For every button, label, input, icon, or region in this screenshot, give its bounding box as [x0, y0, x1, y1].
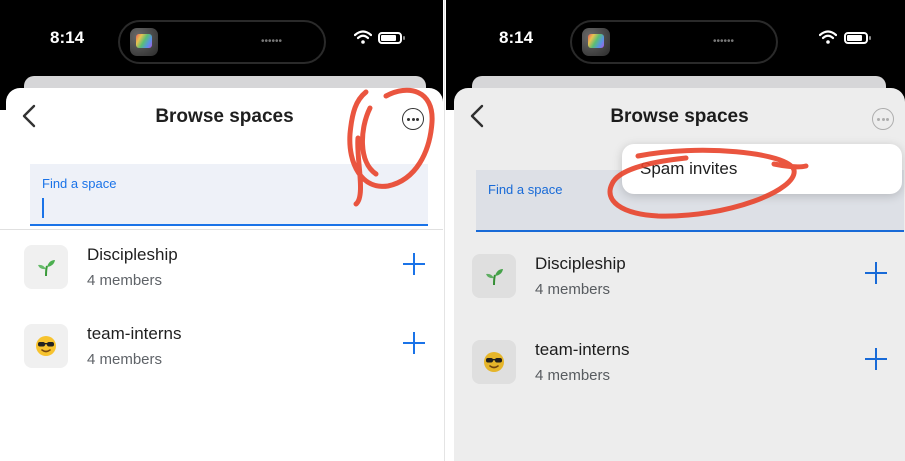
battery-icon: [844, 32, 871, 44]
right-screenshot: 8:14 •••••• Browse spaces Find a space D…: [446, 0, 905, 461]
list-item[interactable]: Discipleship 4 members: [472, 246, 887, 304]
more-options-icon[interactable]: [872, 108, 894, 130]
dots-icon: ••••••: [260, 36, 282, 47]
browse-spaces-sheet: Browse spaces Find a space Discipleship …: [454, 88, 905, 461]
app-icon: [582, 28, 610, 56]
list-item[interactable]: team-interns 4 members: [24, 316, 425, 374]
list-item[interactable]: Discipleship 4 members: [24, 237, 425, 295]
sunglasses-face-icon: [24, 324, 68, 368]
page-title: Browse spaces: [610, 106, 749, 127]
space-name: team-interns: [535, 340, 630, 359]
join-space-plus-icon[interactable]: [403, 253, 425, 275]
status-time: 8:14: [499, 28, 534, 47]
text-caret: [42, 198, 44, 218]
space-name: team-interns: [87, 324, 182, 343]
join-space-plus-icon[interactable]: [865, 262, 887, 284]
overflow-menu: Spam invites: [622, 144, 902, 194]
menu-item-spam-invites[interactable]: Spam invites: [640, 159, 737, 179]
join-space-plus-icon[interactable]: [865, 348, 887, 370]
space-members: 4 members: [535, 367, 611, 384]
browse-spaces-sheet: Browse spaces Find a space Discipleship …: [0, 88, 443, 461]
wifi-icon: [819, 30, 837, 44]
space-name: Discipleship: [87, 245, 178, 264]
more-options-icon[interactable]: [402, 108, 424, 130]
app-icon: [130, 28, 158, 56]
search-placeholder: Find a space: [488, 182, 563, 197]
space-members: 4 members: [535, 281, 611, 298]
battery-icon: [378, 32, 405, 44]
space-members: 4 members: [87, 272, 163, 289]
join-space-plus-icon[interactable]: [403, 332, 425, 354]
list-item[interactable]: team-interns 4 members: [472, 332, 887, 390]
seedling-icon: [472, 254, 516, 298]
divider: [0, 229, 443, 230]
left-screenshot: 8:14 •••••• Browse spaces Find a space D…: [0, 0, 443, 461]
seedling-icon: [24, 245, 68, 289]
search-input[interactable]: Find a space: [30, 164, 428, 226]
space-name: Discipleship: [535, 254, 626, 273]
space-members: 4 members: [87, 351, 163, 368]
sunglasses-face-icon: [472, 340, 516, 384]
page-title: Browse spaces: [155, 106, 294, 127]
wifi-icon: [354, 30, 372, 44]
status-time: 8:14: [50, 28, 85, 47]
dynamic-island[interactable]: ••••••: [570, 20, 778, 64]
dynamic-island[interactable]: ••••••: [118, 20, 326, 64]
dots-icon: ••••••: [712, 36, 734, 47]
search-placeholder: Find a space: [42, 176, 117, 191]
